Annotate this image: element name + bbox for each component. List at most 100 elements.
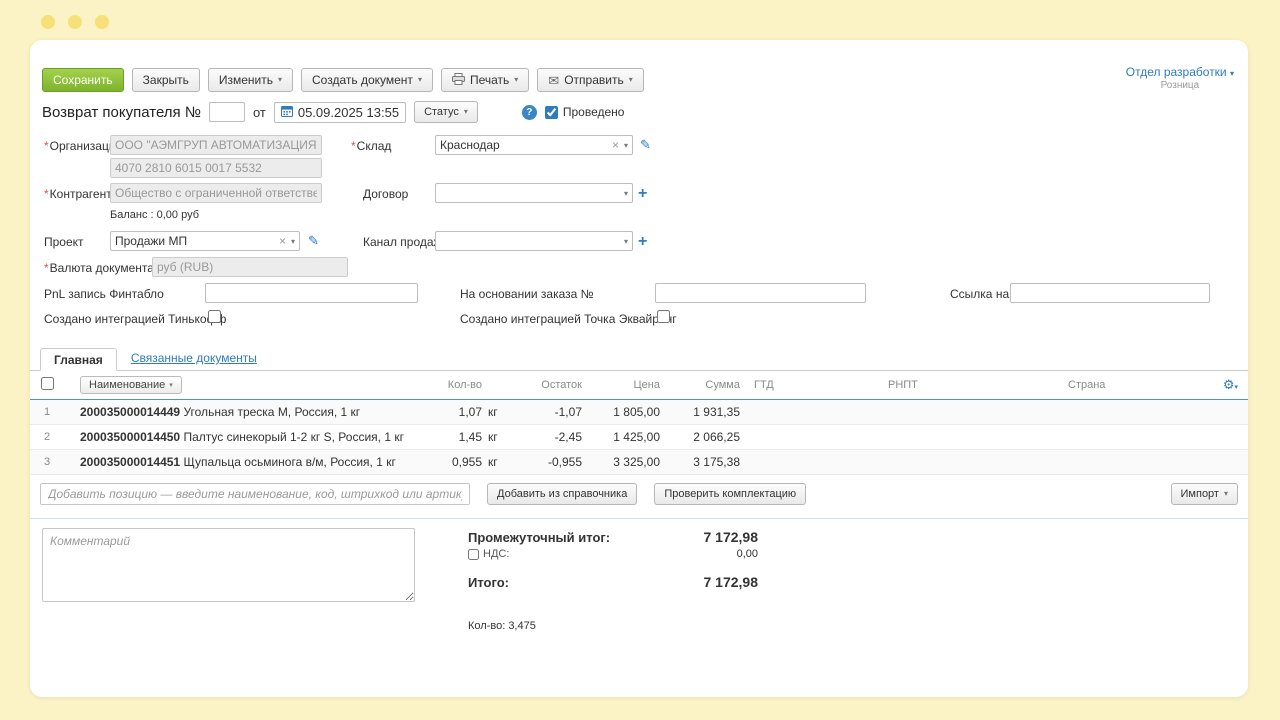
row-unit: кг: [488, 430, 498, 444]
chevron-down-icon[interactable]: ▾: [622, 189, 628, 198]
rnpt-column-header: РНПТ: [888, 379, 918, 391]
chevron-down-icon: ▾: [463, 107, 468, 116]
project-select[interactable]: Продажи МП × ▾: [110, 231, 300, 251]
import-dropdown-button[interactable]: Импорт ▾: [1170, 483, 1238, 505]
project-value: Продажи МП: [115, 234, 188, 248]
table-settings-gear-icon[interactable]: ⚙: [1223, 377, 1235, 392]
row-sum: 1 931,35: [693, 405, 740, 419]
table-header: Наименование ▾ Кол-во Остаток Цена Сумма…: [30, 371, 1248, 400]
status-button[interactable]: Статус ▾: [414, 101, 478, 123]
tinkoff-integration-checkbox[interactable]: [208, 310, 221, 323]
pnl-input[interactable]: [205, 283, 418, 303]
chevron-down-icon[interactable]: ▾: [289, 237, 295, 246]
row-sum: 2 066,25: [693, 430, 740, 444]
row-name: 200035000014450 Палтус синекорый 1-2 кг …: [80, 430, 404, 444]
tinkoff-integration-label: Создано интеграцией Тинькофф: [44, 312, 227, 326]
account-menu[interactable]: Отдел разработки ▾ Розница: [1126, 65, 1234, 91]
sum-column-header: Сумма: [705, 379, 740, 391]
import-label: Импорт: [1180, 488, 1219, 500]
add-from-catalog-button[interactable]: Добавить из справочника: [487, 483, 638, 505]
row-qty: 0,955: [451, 455, 482, 469]
sales-channel-select[interactable]: ▾: [435, 231, 633, 251]
calendar-icon: [280, 105, 293, 120]
check-assembly-button[interactable]: Проверить комплектацию: [654, 483, 807, 505]
add-position-input[interactable]: [40, 483, 470, 505]
chevron-down-icon: ▾: [628, 75, 633, 84]
window-dot[interactable]: [95, 15, 109, 29]
order-link-input[interactable]: [1010, 283, 1210, 303]
vat-value: 0,00: [736, 548, 758, 560]
edit-dropdown-button[interactable]: Изменить ▾: [207, 68, 294, 92]
chevron-down-icon[interactable]: ▾: [622, 237, 628, 246]
tab-main[interactable]: Главная: [40, 348, 117, 371]
totals-block: Промежуточный итог: 7 172,98 НДС: 0,00 И…: [468, 529, 758, 632]
edit-label: Изменить: [218, 73, 273, 87]
row-price: 1 425,00: [613, 430, 660, 444]
table-row[interactable]: 3 200035000014451 Щупальца осьминога в/м…: [30, 450, 1248, 475]
balance-text: Баланс : 0,00 руб: [110, 209, 199, 221]
tab-related-documents[interactable]: Связанные документы: [131, 351, 257, 370]
chevron-down-icon[interactable]: ▾: [1234, 384, 1238, 391]
chevron-down-icon: ▾: [1229, 69, 1234, 78]
send-dropdown-button[interactable]: ✉ Отправить ▾: [537, 68, 644, 92]
order-basis-label: На основании заказа №: [460, 287, 594, 301]
sales-channel-label: Канал продаж: [363, 235, 442, 249]
subtotal-label: Промежуточный итог:: [468, 530, 611, 545]
conducted-checkbox[interactable]: [544, 105, 558, 119]
add-sales-channel-plus-icon[interactable]: +: [638, 234, 647, 250]
tochka-integration-checkbox[interactable]: [657, 310, 670, 323]
row-qty: 1,07: [458, 405, 482, 419]
order-basis-input[interactable]: [655, 283, 866, 303]
qty-column-header: Кол-во: [447, 379, 482, 391]
add-contract-plus-icon[interactable]: +: [638, 186, 647, 202]
status-label: Статус: [424, 106, 459, 118]
row-stock: -1,07: [554, 405, 582, 419]
quantity-total: Кол-во: 3,475: [468, 620, 536, 632]
warehouse-label: *Склад: [351, 139, 392, 153]
window-dot[interactable]: [68, 15, 82, 29]
currency-field[interactable]: [152, 257, 348, 277]
warehouse-select[interactable]: Краснодар × ▾: [435, 135, 633, 155]
clear-icon[interactable]: ×: [276, 234, 289, 248]
chevron-down-icon: ▾: [278, 75, 283, 84]
account-type: Розница: [1160, 80, 1200, 91]
select-all-checkbox[interactable]: [40, 377, 54, 390]
contract-select[interactable]: ▾: [435, 183, 633, 203]
app-window: Сохранить Закрыть Изменить ▾ Создать док…: [30, 40, 1248, 697]
row-stock: -0,955: [547, 455, 582, 469]
vat-toggle[interactable]: НДС:: [468, 548, 509, 560]
comment-textarea[interactable]: [42, 528, 415, 602]
tab-bar: Главная Связанные документы: [30, 348, 1248, 371]
date-field[interactable]: 05.09.2025 13:55: [273, 101, 407, 123]
save-button[interactable]: Сохранить: [42, 68, 124, 92]
create-document-label: Создать документ: [312, 73, 413, 87]
edit-project-pencil-icon[interactable]: ✎: [308, 233, 319, 249]
conducted-toggle[interactable]: Проведено: [544, 105, 624, 119]
counterparty-field[interactable]: [110, 183, 322, 203]
section-divider: [30, 518, 1248, 519]
vat-label: НДС:: [483, 548, 510, 560]
print-dropdown-button[interactable]: Печать ▾: [440, 68, 530, 92]
table-row[interactable]: 1 200035000014449 Угольная треска М, Рос…: [30, 400, 1248, 425]
required-asterisk: *: [44, 139, 49, 153]
organization-field[interactable]: [110, 135, 322, 155]
help-icon[interactable]: ?: [521, 104, 537, 120]
table-row[interactable]: 2 200035000014450 Палтус синекорый 1-2 к…: [30, 425, 1248, 450]
create-document-dropdown-button[interactable]: Создать документ ▾: [301, 68, 433, 92]
required-asterisk: *: [351, 139, 356, 153]
from-label: от: [252, 104, 266, 120]
required-asterisk: *: [44, 261, 49, 275]
clear-icon[interactable]: ×: [609, 138, 622, 152]
name-column-button[interactable]: Наименование ▾: [80, 376, 182, 394]
row-name: 200035000014451 Щупальца осьминога в/м, …: [80, 455, 396, 469]
row-price: 1 805,00: [613, 405, 660, 419]
chevron-down-icon[interactable]: ▾: [622, 141, 628, 150]
edit-warehouse-pencil-icon[interactable]: ✎: [640, 137, 651, 153]
close-button[interactable]: Закрыть: [131, 68, 200, 92]
organization-account-field[interactable]: [110, 158, 322, 178]
row-price: 3 325,00: [613, 455, 660, 469]
window-dot[interactable]: [41, 15, 55, 29]
vat-checkbox[interactable]: [468, 548, 479, 560]
row-name: 200035000014449 Угольная треска М, Росси…: [80, 405, 361, 419]
document-number-input[interactable]: [208, 102, 245, 122]
